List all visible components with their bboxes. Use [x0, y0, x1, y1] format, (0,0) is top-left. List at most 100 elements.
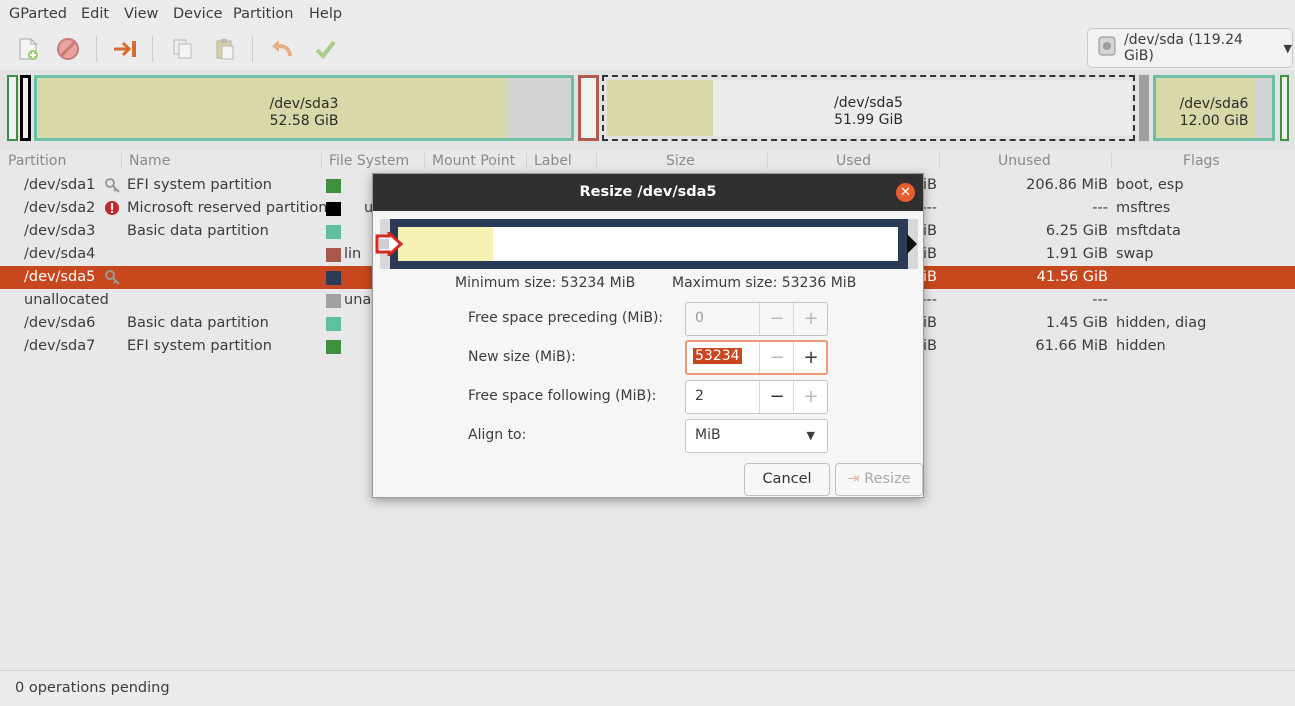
cell-partition: /dev/sda7: [24, 338, 96, 354]
cell-name: EFI system partition: [127, 177, 272, 193]
free-following-spin[interactable]: 2 − +: [685, 380, 828, 414]
cell-used: iB: [923, 269, 937, 285]
diskmap-sda5[interactable]: /dev/sda5 51.99 GiB: [602, 75, 1135, 141]
cell-used: iB: [923, 338, 937, 354]
minus-icon[interactable]: −: [759, 303, 794, 335]
cell-used: iB: [923, 223, 937, 239]
plus-icon[interactable]: +: [793, 342, 828, 373]
cell-partition: /dev/sda1: [24, 177, 96, 193]
plus-icon[interactable]: +: [793, 381, 828, 413]
cell-name: EFI system partition: [127, 338, 272, 354]
left-resize-handle[interactable]: [375, 229, 404, 259]
menubar: GParted Edit View Device Partition Help: [0, 0, 1295, 28]
free-preceding-spin[interactable]: 0 − +: [685, 302, 828, 336]
diskmap-sda7[interactable]: [1280, 75, 1289, 141]
cell-used: iB: [923, 315, 937, 331]
copy-icon[interactable]: [167, 35, 197, 63]
max-size-label: Maximum size: 53236 MiB: [672, 275, 857, 291]
col-header-label[interactable]: Label: [534, 150, 572, 172]
diskmap-sda3-name: /dev/sda3: [269, 96, 339, 112]
cell-flags: hidden: [1116, 338, 1166, 354]
new-size-label: New size (MiB):: [468, 349, 576, 365]
menu-edit[interactable]: Edit: [81, 6, 109, 22]
resize-button[interactable]: ⇥ Resize: [835, 463, 923, 496]
menu-view[interactable]: View: [124, 6, 158, 22]
cell-unused: 1.45 GiB: [1045, 315, 1108, 331]
menu-help[interactable]: Help: [309, 6, 342, 22]
filesystem-color-swatch: [326, 202, 341, 216]
diskmap-sda5-name: /dev/sda5: [834, 95, 903, 111]
cell-filesystem: lin: [344, 246, 362, 262]
device-selector[interactable]: /dev/sda (119.24 GiB) ▼: [1087, 28, 1293, 68]
diskmap-sda6[interactable]: /dev/sda6 12.00 GiB: [1153, 75, 1275, 141]
resize-move-icon[interactable]: [110, 35, 140, 63]
undo-icon[interactable]: [267, 35, 297, 63]
menu-partition[interactable]: Partition: [233, 6, 293, 22]
diskmap-sda3[interactable]: /dev/sda3 52.58 GiB: [34, 75, 574, 141]
diskmap-sda4[interactable]: [578, 75, 599, 141]
resizer-partition[interactable]: [390, 219, 908, 269]
col-header-used[interactable]: Used: [836, 150, 871, 172]
diskmap-sda6-size: 12.00 GiB: [1179, 113, 1249, 129]
free-following-value[interactable]: 2: [695, 388, 704, 404]
align-to-label: Align to:: [468, 427, 527, 443]
cell-flags: hidden, diag: [1116, 315, 1207, 331]
diskmap-sda3-label: /dev/sda3 52.58 GiB: [37, 96, 571, 130]
cell-partition: /dev/sda4: [24, 246, 96, 262]
minus-icon[interactable]: −: [759, 342, 794, 373]
diskmap-sda6-label: /dev/sda6 12.00 GiB: [1156, 96, 1272, 130]
apply-icon[interactable]: [310, 35, 340, 63]
diskmap-sda1[interactable]: [7, 75, 18, 141]
new-icon[interactable]: [13, 35, 43, 63]
filesystem-color-swatch: [326, 317, 341, 331]
cell-flags: msftres: [1116, 200, 1171, 216]
free-preceding-label: Free space preceding (MiB):: [468, 310, 664, 326]
diskmap-sda3-size: 52.58 GiB: [269, 113, 339, 129]
resize-icon: ⇥: [847, 471, 860, 487]
cell-name: Basic data partition: [127, 223, 269, 239]
statusbar: 0 operations pending: [0, 670, 1295, 706]
plus-icon[interactable]: +: [793, 303, 828, 335]
col-header-flags[interactable]: Flags: [1183, 150, 1220, 172]
align-to-value: MiB: [695, 427, 721, 443]
cell-partition: unallocated: [24, 292, 109, 308]
col-header-name[interactable]: Name: [129, 150, 170, 172]
resize-button-label: Resize: [864, 471, 911, 487]
col-header-partition[interactable]: Partition: [8, 150, 66, 172]
disk-icon: [1098, 36, 1116, 60]
diskmap-sda2[interactable]: [20, 75, 31, 141]
filesystem-color-swatch: [326, 225, 341, 239]
col-header-mountpoint[interactable]: Mount Point: [432, 150, 515, 172]
col-header-filesystem[interactable]: File System: [329, 150, 409, 172]
cell-unused: ---: [1092, 200, 1108, 216]
col-header-unused[interactable]: Unused: [998, 150, 1051, 172]
new-size-value[interactable]: 53234: [693, 348, 742, 364]
min-size-label: Minimum size: 53234 MiB: [455, 275, 636, 291]
cell-used: iB: [923, 246, 937, 262]
paste-icon[interactable]: [210, 35, 240, 63]
filesystem-color-swatch: [326, 248, 341, 262]
col-header-size[interactable]: Size: [666, 150, 695, 172]
cell-name: Microsoft reserved partition: [127, 200, 328, 216]
filesystem-color-swatch: [326, 179, 341, 193]
cell-used: iB: [923, 177, 937, 193]
diskmap-unallocated[interactable]: [1139, 75, 1149, 141]
cell-filesystem: unal: [344, 292, 376, 308]
disk-map: /dev/sda3 52.58 GiB /dev/sda5 51.99 GiB …: [0, 70, 1295, 150]
menu-gparted[interactable]: GParted: [9, 6, 67, 22]
diskmap-sda6-name: /dev/sda6: [1179, 96, 1249, 112]
minus-icon[interactable]: −: [759, 381, 794, 413]
free-preceding-value[interactable]: 0: [695, 310, 704, 326]
cell-partition: /dev/sda5: [24, 269, 96, 285]
align-to-select[interactable]: MiB ▼: [685, 419, 828, 453]
menu-device[interactable]: Device: [173, 6, 223, 22]
cell-name: Basic data partition: [127, 315, 269, 331]
cell-unused: 1.91 GiB: [1045, 246, 1108, 262]
cell-unused: 6.25 GiB: [1045, 223, 1108, 239]
delete-icon[interactable]: [53, 35, 83, 63]
right-resize-handle[interactable]: [907, 234, 919, 258]
new-size-spin[interactable]: 53234 − +: [685, 340, 828, 375]
cell-unused: ---: [1092, 292, 1108, 308]
cancel-button[interactable]: Cancel: [744, 463, 830, 496]
close-icon[interactable]: ✕: [896, 183, 915, 202]
